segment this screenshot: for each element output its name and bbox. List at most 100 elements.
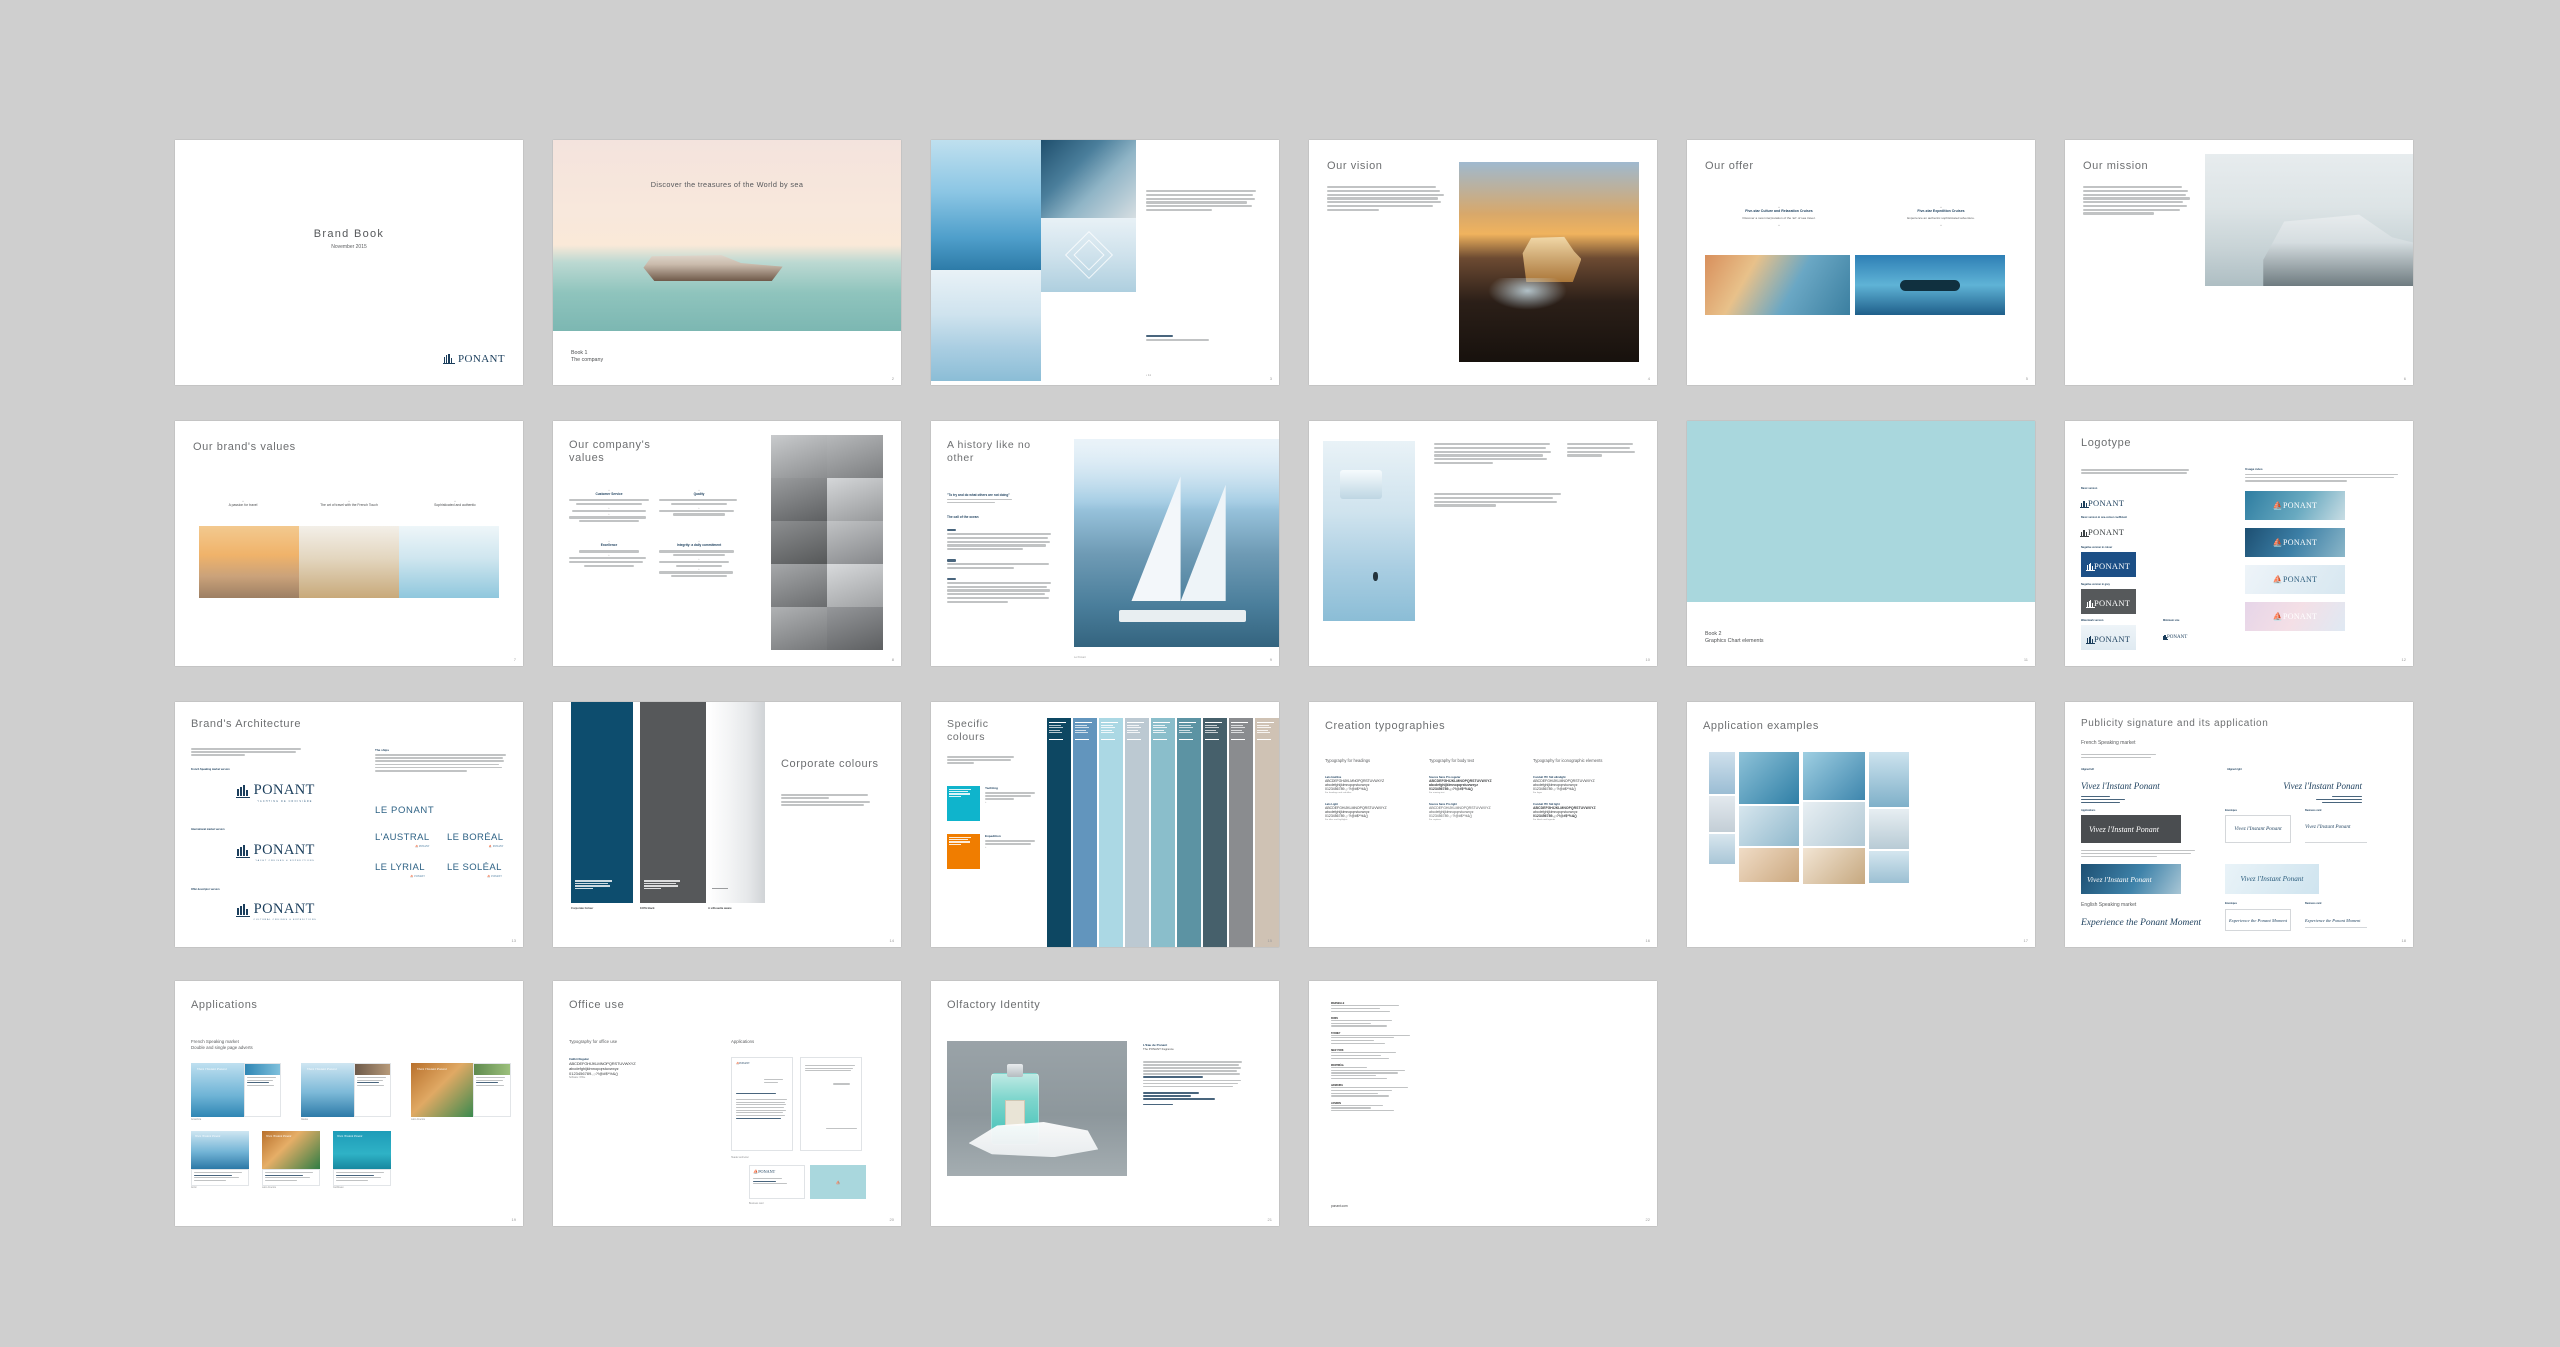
brand-value-1: + A passion for travel [228, 499, 258, 507]
ship-le-lyrial: LE LYRIAL ⛵ PONANT [375, 862, 425, 878]
slide-our-brands-values[interactable]: Our brand's values + A passion for trave… [175, 421, 523, 666]
ship-le-ponant: LE PONANT [375, 805, 435, 816]
history-caption: Le Ponant [1074, 656, 1086, 659]
signature-photo-card-2: Vivez l'Instant Ponant [2225, 864, 2319, 894]
book-title: Graphics Chart elements [1705, 638, 1764, 644]
logo-variant-basic: Basic version PONANT [2080, 487, 2125, 508]
slide-office-use[interactable]: Office use Typography for office use Cal… [553, 981, 901, 1226]
page-title: Applications [191, 999, 258, 1011]
page-number: 19 [511, 1217, 516, 1222]
slide-cover[interactable]: Brand Book November 2015 PONANT [175, 140, 523, 385]
slide-our-mission[interactable]: Our mission 6 [2065, 140, 2413, 385]
sig-aligned-right-label: Aligned right [2227, 768, 2242, 771]
sunset-ship-photo [1459, 162, 1639, 362]
business-card-mockup-en: Experience the Ponant Moment [2305, 909, 2367, 928]
slide-our-offer[interactable]: Our offer + Five-star Culture and Relaxa… [1687, 140, 2035, 385]
slide-book-1-divider[interactable]: Discover the treasures of the World by s… [553, 140, 901, 385]
offer-column-2: + Five-star Expedition Cruises Experienc… [1877, 205, 2005, 227]
advert-single-1: Vivez l'Instant Ponant Arctic [191, 1131, 249, 1189]
letterhead-mockups: ⛵PONANT [731, 1057, 862, 1151]
page-number: 22 [1645, 1217, 1650, 1222]
slide-corporate-colours[interactable]: Corporate Colour 100% black A silhouette… [553, 702, 901, 947]
offer-column-1: + Five-star Culture and Relaxation Cruis… [1715, 205, 1843, 227]
slide-brands-architecture[interactable]: Brand's Architecture French Speaking mar… [175, 702, 523, 947]
perfume-photo [947, 1041, 1127, 1176]
page-title: Olfactory Identity [947, 999, 1041, 1011]
logo-on-photo-1: ⛵PONANT [2245, 491, 2345, 520]
envelope-mockup: Vivez l'Instant Ponant [2225, 815, 2291, 843]
business-card-mockup: Vivez l'Instant Ponant [2305, 815, 2367, 843]
slide-specific-colours[interactable]: Specific colours Yachting + Expedition +… [931, 702, 1279, 947]
slide-application-examples[interactable]: Application examples 17 [1687, 702, 2035, 947]
colourful-town-photo [1705, 255, 1850, 315]
mosaic-body [1146, 190, 1256, 213]
slide-a-history-like-no-other[interactable]: A history like no other "To try and do w… [931, 421, 1279, 666]
advert-single-2: Vivez l'Instant Ponant Latin America [262, 1131, 320, 1189]
swatch-label-1: Corporate Colour [571, 907, 594, 910]
logo-on-photo-2: ⛵PONANT [2245, 528, 2345, 557]
business-card-mockups: ⛵PONANT ⛵ [749, 1165, 866, 1199]
logo-on-photo-3: ⛵PONANT [2245, 565, 2345, 594]
expedition-sidebar [1567, 443, 1639, 458]
signature-photo-card-1: Vivez l'Instant Ponant [2081, 864, 2181, 894]
tagline: Discover the treasures of the World by s… [650, 180, 804, 189]
logotype-intro [2081, 469, 2191, 476]
office-entry: HAMBURG [1331, 1085, 1421, 1097]
slide-logotype[interactable]: Logotype Basic version PONANT Basic vers… [2065, 421, 2413, 666]
company-value-2: + Quality + [659, 489, 739, 522]
office-entry: MARSEILLE [1331, 1003, 1421, 1012]
slide-our-vision[interactable]: Our vision 4 [1309, 140, 1657, 385]
page-number: 13 [511, 938, 516, 943]
office-entry: MONTRÉAL [1331, 1065, 1421, 1080]
fr-market-heading: French Speaking market [2081, 740, 2136, 746]
business-card-label-en: Business card [2305, 902, 2322, 905]
logo-on-photo-4: ⛵PONANT [2245, 602, 2345, 631]
page-number: 15 [1267, 938, 1272, 943]
advert-double-2: Vivez l'Instant Ponant Alaska [301, 1063, 391, 1121]
lockup-3: Offer descriptor version PONANT CULTURAL… [191, 888, 317, 921]
slide-our-companys-values[interactable]: Our company's values + Customer Service … [553, 421, 901, 666]
slide-applications[interactable]: Applications French Speaking market Doub… [175, 981, 523, 1226]
signature-fr-left: Vivez l'Instant Ponant [2081, 776, 2211, 804]
book-label: Book 2 [1705, 630, 1722, 637]
swatch-label-2: 100% black [640, 907, 655, 910]
expedition-body [1434, 443, 1552, 466]
office-right-heading: Applications [731, 1039, 755, 1044]
diamond-graphic [1041, 218, 1136, 292]
envelopes-label: Envelopes [2225, 809, 2237, 812]
page-title: Application examples [1703, 720, 1819, 732]
slide-creation-typographies[interactable]: Creation typographies Typography for hea… [1309, 702, 1657, 947]
lockup-1: French Speaking market version PONANT YA… [191, 768, 315, 803]
office-font-spec: Calibri Regular ABCDEFGHIJKLMNOPQRSTUVWX… [569, 1057, 636, 1079]
slide-contacts[interactable]: MARSEILLE PARIS SYDNEY NEW YORK MONTRÉAL… [1309, 981, 1657, 1226]
slide-publicity-signature[interactable]: Publicity signature and its application … [2065, 702, 2413, 947]
sunset-bay-photo [199, 526, 299, 598]
slide-imagery-mosaic[interactable]: • 11 3 [931, 140, 1279, 385]
slide-olfactory-identity[interactable]: Olfactory Identity L'Eau de Ponant The P… [931, 981, 1279, 1226]
slide-book-2-divider[interactable]: Book 2 Graphics Chart elements 11 [1687, 421, 2035, 666]
ponant-logo: PONANT [442, 349, 505, 367]
mosaic-footer-note: • 11 [1146, 373, 1151, 377]
page-title: Our mission [2083, 160, 2149, 172]
company-value-3: + Excellence + [569, 540, 649, 577]
office-entry: SYDNEY [1331, 1033, 1421, 1045]
advert-double-1: Vivez l'Instant Ponant Antarctica [191, 1063, 281, 1121]
applications-label: Applications [2081, 809, 2096, 812]
slide-expedition-spread[interactable]: 10 [1309, 421, 1657, 666]
spa-photo [399, 526, 499, 598]
aerial-photo [1041, 140, 1136, 218]
typo-font-2b: Source Sans Pro light ABCDEFGHIJKLMNOPQR… [1429, 802, 1491, 821]
page-number: 10 [1645, 657, 1650, 662]
logotype-usage: Usage rules [2245, 467, 2400, 483]
cover-title: Brand Book [313, 228, 385, 240]
zodiac-photo [1855, 255, 2005, 315]
book-label: Book 1 [571, 349, 588, 356]
page-title: Corporate colours [781, 758, 879, 770]
page-number: 14 [889, 938, 894, 943]
typo-font-3b: Conduit ITC Std light ABCDEFGHIJKLMNOPQR… [1533, 802, 1596, 821]
envelopes-label-en: Envelopes [2225, 902, 2237, 905]
signature-en: Experience the Ponant Moment [2081, 918, 2202, 928]
divider-colour-panel [1687, 421, 2035, 602]
book-title: The company [571, 357, 604, 363]
history-section: The call of the ocean [947, 515, 979, 520]
